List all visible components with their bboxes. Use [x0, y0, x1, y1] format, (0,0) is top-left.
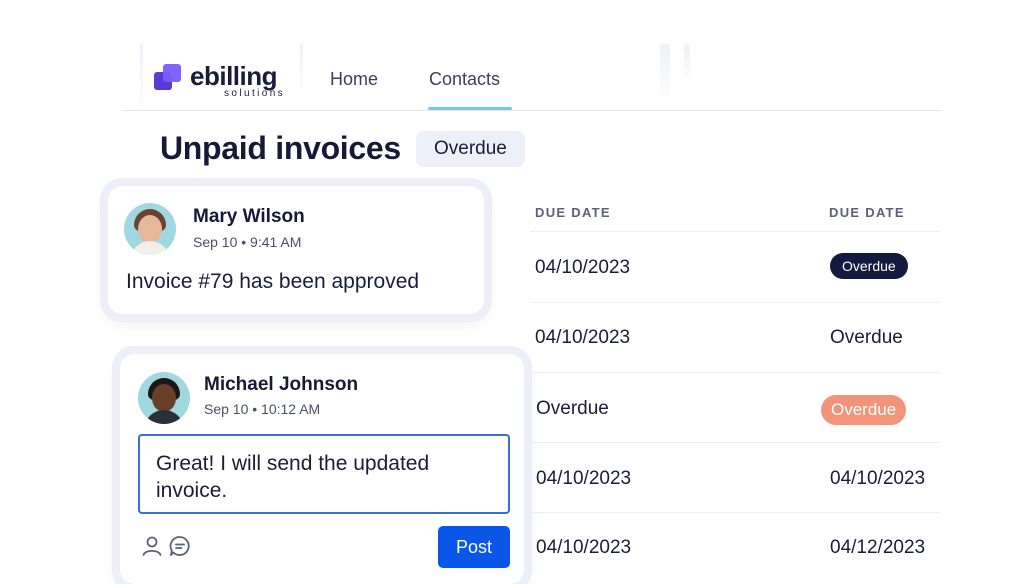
row-divider	[530, 512, 940, 513]
table-cell-due-date: 04/10/2023	[536, 537, 632, 558]
table-cell-due-date: 04/10/2023	[535, 257, 631, 278]
user-icon[interactable]	[140, 534, 164, 558]
comment-message: Invoice #79 has been approved	[126, 270, 420, 293]
table-cell-status: Overdue	[830, 327, 903, 348]
row-divider	[530, 442, 940, 443]
table-cell-due-date: 04/10/2023	[536, 468, 632, 489]
nav-contacts[interactable]: Contacts	[429, 69, 500, 90]
page-title: Unpaid invoices	[160, 130, 401, 166]
top-navigation-bar: ebilling solutions Home Contacts	[122, 44, 942, 111]
logo-tagline: solutions	[224, 88, 286, 99]
row-divider	[530, 302, 940, 303]
table-cell-due-date: 04/12/2023	[830, 537, 926, 558]
comment-author[interactable]: Mary Wilson	[193, 206, 305, 228]
avatar-michael-johnson[interactable]	[138, 372, 190, 424]
table-cell-due-date: 04/10/2023	[535, 327, 631, 348]
nav-home[interactable]: Home	[330, 69, 378, 90]
column-header-due-date[interactable]: DUE DATE	[535, 205, 611, 220]
table-cell-status: Overdue	[536, 398, 609, 419]
comment-timestamp: Sep 10 • 10:12 AM	[204, 401, 321, 417]
logo-mark-icon	[154, 64, 186, 96]
row-divider	[530, 372, 940, 373]
status-badge-overdue-salmon: Overdue	[821, 395, 907, 425]
column-header-due-date-2[interactable]: DUE DATE	[829, 205, 905, 220]
status-badge-overdue: Overdue	[830, 253, 908, 279]
table-cell-due-date: 04/10/2023	[830, 468, 926, 489]
avatar-mary-wilson[interactable]	[124, 203, 176, 255]
comment-author[interactable]: Michael Johnson	[204, 374, 358, 396]
reply-card: Michael Johnson Sep 10 • 10:12 AM Great!…	[120, 354, 524, 584]
overdue-filter-chip[interactable]: Overdue	[416, 131, 525, 167]
reply-input[interactable]: Great! I will send the updated invoice.	[138, 434, 510, 514]
row-divider	[530, 231, 940, 232]
comment-timestamp: Sep 10 • 9:41 AM	[193, 234, 302, 250]
active-tab-indicator	[428, 107, 512, 110]
chat-icon[interactable]	[168, 534, 192, 558]
brand-logo[interactable]: ebilling solutions	[154, 61, 294, 104]
comment-card: Mary Wilson Sep 10 • 9:41 AM Invoice #79…	[108, 186, 484, 314]
post-button[interactable]: Post	[438, 526, 510, 568]
